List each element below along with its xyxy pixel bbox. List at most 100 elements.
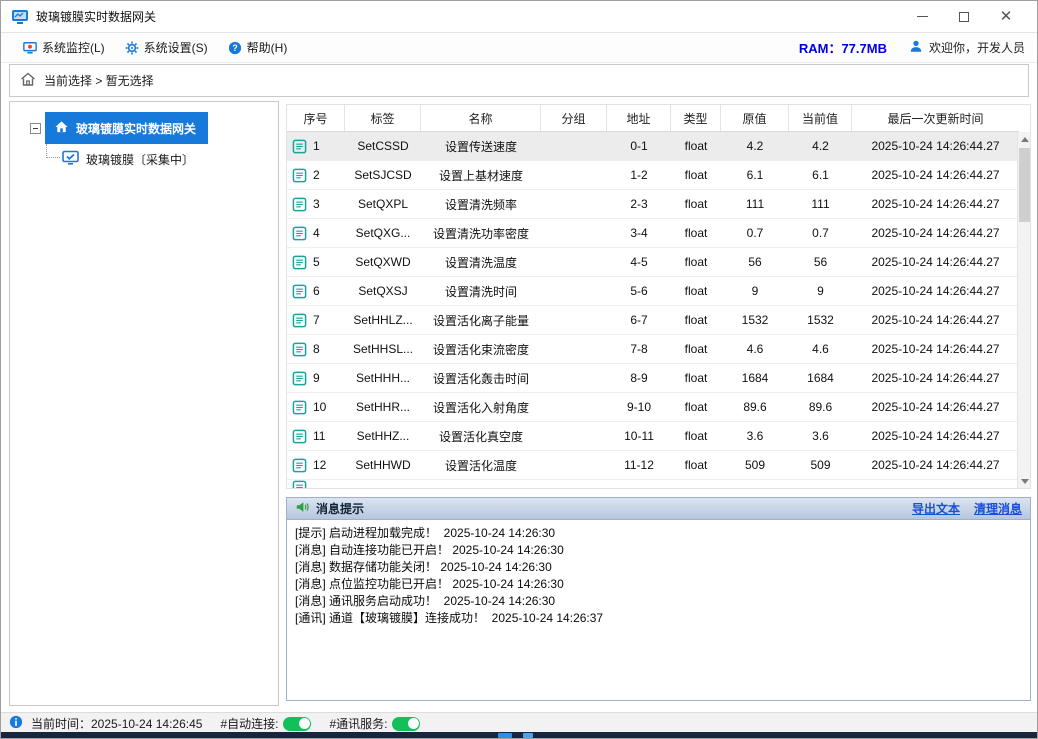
cell-group <box>541 422 607 450</box>
col-header[interactable]: 当前值 <box>789 105 852 131</box>
cell-original-value: 111 <box>721 190 789 218</box>
cell-updated-time: 2025-10-24 14:26:44.27 <box>852 161 1019 189</box>
cell-type: float <box>671 306 721 334</box>
scrollbar-thumb[interactable] <box>1019 148 1030 222</box>
table-row[interactable]: 10 SetHHR... 设置活化入射角度 9-10 float 89.6 89… <box>287 393 1019 422</box>
cell-no: 11 <box>287 422 345 450</box>
cell-address: 7-8 <box>607 335 671 363</box>
cell-group <box>541 335 607 363</box>
table-row[interactable]: 3 SetQXPL 设置清洗频率 2-3 float 111 111 2025-… <box>287 190 1019 219</box>
cell-current-value: 56 <box>789 248 852 276</box>
app-icon <box>11 8 29 26</box>
cell-type: float <box>671 364 721 392</box>
tag-icon <box>292 313 307 328</box>
cell-address: 2-3 <box>607 190 671 218</box>
col-header[interactable]: 地址 <box>607 105 671 131</box>
table-row[interactable]: 4 SetQXG... 设置清洗功率密度 3-4 float 0.7 0.7 2… <box>287 219 1019 248</box>
tree-collapse-icon[interactable] <box>30 123 41 134</box>
message-list: [提示] 启动进程加载完成！ 2025-10-24 14:26:30[消息] 自… <box>287 520 1030 632</box>
col-header[interactable]: 序号 <box>287 105 345 131</box>
cell-no: 7 <box>287 306 345 334</box>
table-row[interactable]: 6 SetQXSJ 设置清洗时间 5-6 float 9 9 2025-10-2… <box>287 277 1019 306</box>
cell-updated-time: 2025-10-24 14:26:44.27 <box>852 364 1019 392</box>
cell-address: 8-9 <box>607 364 671 392</box>
cell-no: 3 <box>287 190 345 218</box>
export-text-link[interactable]: 导出文本 <box>912 500 960 517</box>
menu-help[interactable]: ? 帮助(H) <box>218 35 298 60</box>
table-row[interactable]: 5 SetQXWD 设置清洗温度 4-5 float 56 56 2025-10… <box>287 248 1019 277</box>
col-header[interactable]: 分组 <box>541 105 607 131</box>
tree-node-label: 玻璃镀膜〔采集中〕 <box>86 151 194 168</box>
cell-type: float <box>671 132 721 160</box>
col-header[interactable]: 类型 <box>671 105 721 131</box>
scroll-up-icon[interactable] <box>1018 132 1031 146</box>
cell-tag: SetCSSD <box>345 132 421 160</box>
table-row[interactable]: 2 SetSJCSD 设置上基材速度 1-2 float 6.1 6.1 202… <box>287 161 1019 190</box>
table-row[interactable]: 7 SetHHLZ... 设置活化离子能量 6-7 float 1532 153… <box>287 306 1019 335</box>
cell-no: 8 <box>287 335 345 363</box>
comm-service-toggle[interactable] <box>392 717 420 731</box>
cell-name: 设置活化轰击时间 <box>421 364 541 392</box>
tree-node-gateway[interactable]: 玻璃镀膜实时数据网关 <box>45 112 208 144</box>
col-header[interactable]: 标签 <box>345 105 421 131</box>
taskbar-icon-fragment <box>523 733 533 738</box>
cell-updated-time: 2025-10-24 14:26:44.27 <box>852 277 1019 305</box>
clear-messages-link[interactable]: 清理消息 <box>974 500 1022 517</box>
col-header[interactable]: 最后一次更新时间 <box>852 105 1019 131</box>
cell-name: 设置清洗功率密度 <box>421 219 541 247</box>
cell-group <box>541 451 607 479</box>
cell-original-value: 1684 <box>721 364 789 392</box>
monitor-icon <box>23 41 37 55</box>
minimize-icon <box>917 16 928 17</box>
cell-original-value: 509 <box>721 451 789 479</box>
app-window: 玻璃镀膜实时数据网关 ✕ 系统监控(L) 系统设置(S) ? 帮助(H) <box>0 0 1038 739</box>
table-row[interactable]: 1 SetCSSD 设置传送速度 0-1 float 4.2 4.2 2025-… <box>287 132 1019 161</box>
cell-original-value: 4.6 <box>721 335 789 363</box>
tag-icon <box>292 458 307 473</box>
menu-system-settings[interactable]: 系统设置(S) <box>115 35 218 60</box>
col-header[interactable]: 原值 <box>721 105 789 131</box>
speaker-icon <box>295 500 310 517</box>
cell-no: 10 <box>287 393 345 421</box>
cell-address: 6-7 <box>607 306 671 334</box>
cell-current-value: 1684 <box>789 364 852 392</box>
table-scrollbar[interactable] <box>1017 132 1030 488</box>
info-icon <box>9 715 23 732</box>
points-table: 序号 标签 名称 分组 地址 类型 原值 当前值 最后一次更新时间 1 SetC… <box>286 104 1031 489</box>
scroll-down-icon[interactable] <box>1018 474 1031 488</box>
tag-icon <box>292 371 307 386</box>
cell-current-value: 9 <box>789 277 852 305</box>
auto-connect-toggle[interactable] <box>283 717 311 731</box>
cell-type: float <box>671 190 721 218</box>
table-row[interactable]: 11 SetHHZ... 设置活化真空度 10-11 float 3.6 3.6… <box>287 422 1019 451</box>
cell-no: 12 <box>287 451 345 479</box>
close-icon: ✕ <box>1000 9 1013 24</box>
cell-type: float <box>671 422 721 450</box>
cell-type: float <box>671 219 721 247</box>
col-header[interactable]: 名称 <box>421 105 541 131</box>
home-icon[interactable] <box>20 71 36 90</box>
tree-node-channel[interactable]: 玻璃镀膜〔采集中〕 <box>10 150 278 169</box>
cell-updated-time: 2025-10-24 14:26:44.27 <box>852 335 1019 363</box>
tree-node-label: 玻璃镀膜实时数据网关 <box>76 120 196 137</box>
cell-updated-time: 2025-10-24 14:26:44.27 <box>852 190 1019 218</box>
message-panel-header: 消息提示 导出文本 清理消息 <box>287 498 1030 520</box>
cell-address: 11-12 <box>607 451 671 479</box>
tag-icon <box>292 197 307 212</box>
menu-bar: 系统监控(L) 系统设置(S) ? 帮助(H) RAM：77.7MB 欢迎你，开… <box>1 33 1037 63</box>
cell-original-value: 1532 <box>721 306 789 334</box>
close-button[interactable]: ✕ <box>985 2 1027 32</box>
menu-system-monitor[interactable]: 系统监控(L) <box>13 35 115 60</box>
cell-original-value: 0.7 <box>721 219 789 247</box>
cell-type: float <box>671 451 721 479</box>
minimize-button[interactable] <box>901 2 943 32</box>
table-row[interactable]: 9 SetHHH... 设置活化轰击时间 8-9 float 1684 1684… <box>287 364 1019 393</box>
cell-name: 设置清洗频率 <box>421 190 541 218</box>
cell-address: 9-10 <box>607 393 671 421</box>
message-line: [消息] 点位监控功能已开启！ 2025-10-24 14:26:30 <box>295 576 1022 593</box>
table-row[interactable]: 8 SetHHSL... 设置活化束流密度 7-8 float 4.6 4.6 … <box>287 335 1019 364</box>
cell-original-value: 4.2 <box>721 132 789 160</box>
maximize-button[interactable] <box>943 2 985 32</box>
table-row[interactable]: 12 SetHHWD 设置活化温度 11-12 float 509 509 20… <box>287 451 1019 480</box>
cell-name: 设置活化入射角度 <box>421 393 541 421</box>
